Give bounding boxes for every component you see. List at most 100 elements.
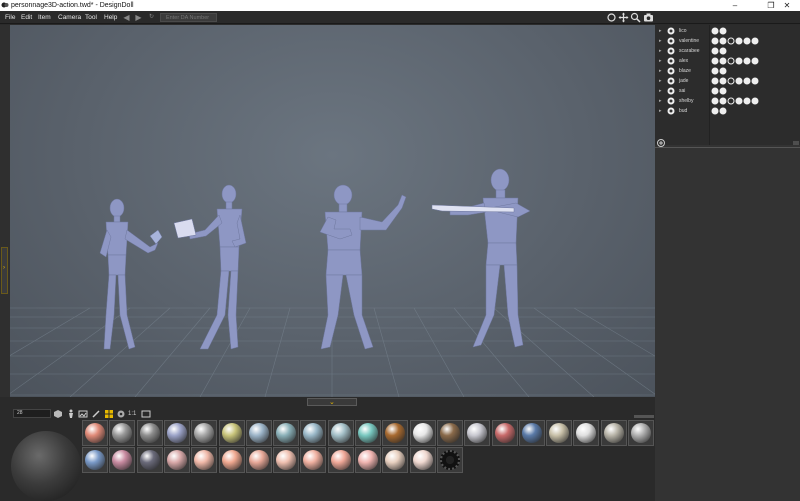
doll-tools[interactable] — [711, 46, 731, 56]
expand-icon[interactable]: ▸ — [659, 98, 662, 104]
doll-tools[interactable] — [711, 96, 771, 106]
material-swatch[interactable] — [573, 420, 600, 446]
material-swatch[interactable] — [191, 447, 218, 473]
da-number-input[interactable] — [160, 13, 217, 22]
material-swatch[interactable] — [355, 420, 381, 446]
doll-tools[interactable] — [711, 26, 731, 36]
expand-icon[interactable]: ▸ — [659, 38, 662, 44]
visibility-eye-icon[interactable] — [667, 107, 675, 115]
doll-row[interactable]: ▸ shelby — [655, 96, 800, 106]
doll-tools[interactable] — [711, 86, 731, 96]
panel-scroll-icon[interactable] — [793, 141, 799, 145]
material-swatch[interactable] — [163, 447, 190, 473]
material-swatch[interactable] — [163, 420, 190, 446]
minimize-button[interactable]: – — [722, 0, 748, 11]
material-swatch[interactable] — [82, 447, 108, 473]
doll-figure-2[interactable] — [173, 184, 247, 350]
material-panel-toggle[interactable]: ⌄ — [307, 398, 357, 406]
material-swatch[interactable] — [382, 420, 409, 446]
doll-row[interactable]: ▸ jade — [655, 76, 800, 86]
frame-view-icon[interactable] — [141, 409, 151, 419]
doll-tools[interactable] — [711, 66, 731, 76]
doll-tools[interactable] — [711, 36, 771, 46]
material-swatch[interactable] — [436, 420, 463, 446]
material-swatch[interactable] — [109, 447, 136, 473]
cube-material-icon[interactable] — [53, 409, 63, 419]
visibility-eye-icon[interactable] — [667, 87, 675, 95]
doll-figure-3[interactable] — [319, 184, 407, 350]
expand-icon[interactable]: ▸ — [659, 68, 662, 74]
material-swatch[interactable] — [218, 447, 245, 473]
doll-material-icon[interactable] — [66, 409, 76, 419]
visibility-eye-icon[interactable] — [667, 27, 675, 35]
doll-figure-4[interactable] — [431, 168, 531, 348]
material-swatch[interactable] — [245, 420, 272, 446]
material-swatch[interactable] — [300, 447, 327, 473]
material-swatch[interactable] — [355, 447, 381, 473]
menu-tool[interactable]: Tool — [85, 11, 97, 24]
doll-row[interactable]: ▸ valentine — [655, 36, 800, 46]
settings-gear-icon[interactable] — [116, 409, 126, 419]
image-material-icon[interactable] — [78, 409, 88, 419]
material-swatch[interactable] — [327, 420, 354, 446]
expand-icon[interactable]: ▸ — [659, 58, 662, 64]
expand-icon[interactable]: ▸ — [659, 78, 662, 84]
scale-ratio-label[interactable]: 1:1 — [128, 409, 140, 419]
visibility-eye-icon[interactable] — [667, 57, 675, 65]
back-arrow-icon[interactable]: ◀ — [122, 13, 131, 22]
material-swatch[interactable] — [82, 420, 108, 446]
doll-tools[interactable] — [711, 76, 771, 86]
left-panel-toggle[interactable]: › — [1, 247, 8, 294]
doll-row[interactable]: ▸ sai — [655, 86, 800, 96]
visibility-eye-icon[interactable] — [667, 47, 675, 55]
material-swatch[interactable] — [300, 420, 327, 446]
refresh-icon[interactable]: ↻ — [147, 13, 156, 22]
doll-row[interactable]: ▸ bud — [655, 106, 800, 116]
rotate-view-icon[interactable] — [606, 12, 617, 23]
material-swatch[interactable] — [245, 447, 272, 473]
material-swatch[interactable] — [518, 420, 545, 446]
material-swatch[interactable] — [327, 447, 354, 473]
menu-help[interactable]: Help — [104, 11, 117, 24]
doll-tools[interactable] — [711, 106, 731, 116]
expand-icon[interactable]: ▸ — [659, 88, 662, 94]
visibility-eye-icon[interactable] — [667, 77, 675, 85]
zoom-view-icon[interactable] — [630, 12, 641, 23]
material-swatch[interactable] — [191, 420, 218, 446]
brush-material-icon[interactable] — [91, 409, 101, 419]
expand-icon[interactable]: ▸ — [659, 28, 662, 34]
doll-row[interactable]: ▸ alex — [655, 56, 800, 66]
3d-viewport[interactable] — [10, 25, 655, 397]
material-swatch[interactable] — [136, 447, 163, 473]
material-swatch[interactable] — [546, 420, 573, 446]
visibility-eye-icon[interactable] — [667, 37, 675, 45]
material-scrollbar[interactable] — [634, 415, 654, 418]
material-swatch[interactable] — [109, 420, 136, 446]
doll-figure-1[interactable] — [99, 198, 163, 350]
material-swatch[interactable] — [436, 447, 463, 473]
material-swatch[interactable] — [600, 420, 627, 446]
visibility-eye-icon[interactable] — [667, 97, 675, 105]
expand-icon[interactable]: ▸ — [659, 108, 662, 114]
visibility-eye-icon[interactable] — [667, 67, 675, 75]
camera-snapshot-icon[interactable] — [643, 12, 654, 23]
doll-row[interactable]: ▸ blaze — [655, 66, 800, 76]
menu-item[interactable]: Item — [38, 11, 51, 24]
material-swatch[interactable] — [218, 420, 245, 446]
doll-row[interactable]: ▸ scarabee — [655, 46, 800, 56]
forward-arrow-icon[interactable]: ▶ — [134, 13, 143, 22]
material-swatch[interactable] — [382, 447, 409, 473]
expand-icon[interactable]: ▸ — [659, 48, 662, 54]
menu-file[interactable]: File — [5, 11, 15, 24]
doll-tools[interactable] — [711, 56, 771, 66]
doll-row[interactable]: ▸ lico — [655, 26, 800, 36]
material-swatch[interactable] — [464, 420, 491, 446]
material-size-input[interactable]: 28 — [13, 409, 51, 418]
material-swatch[interactable] — [409, 447, 436, 473]
menu-edit[interactable]: Edit — [21, 11, 32, 24]
material-swatch[interactable] — [409, 420, 436, 446]
grid-view-icon[interactable] — [104, 409, 114, 419]
viewport-scene[interactable] — [10, 25, 655, 397]
pan-view-icon[interactable] — [618, 12, 629, 23]
material-swatch[interactable] — [273, 447, 300, 473]
